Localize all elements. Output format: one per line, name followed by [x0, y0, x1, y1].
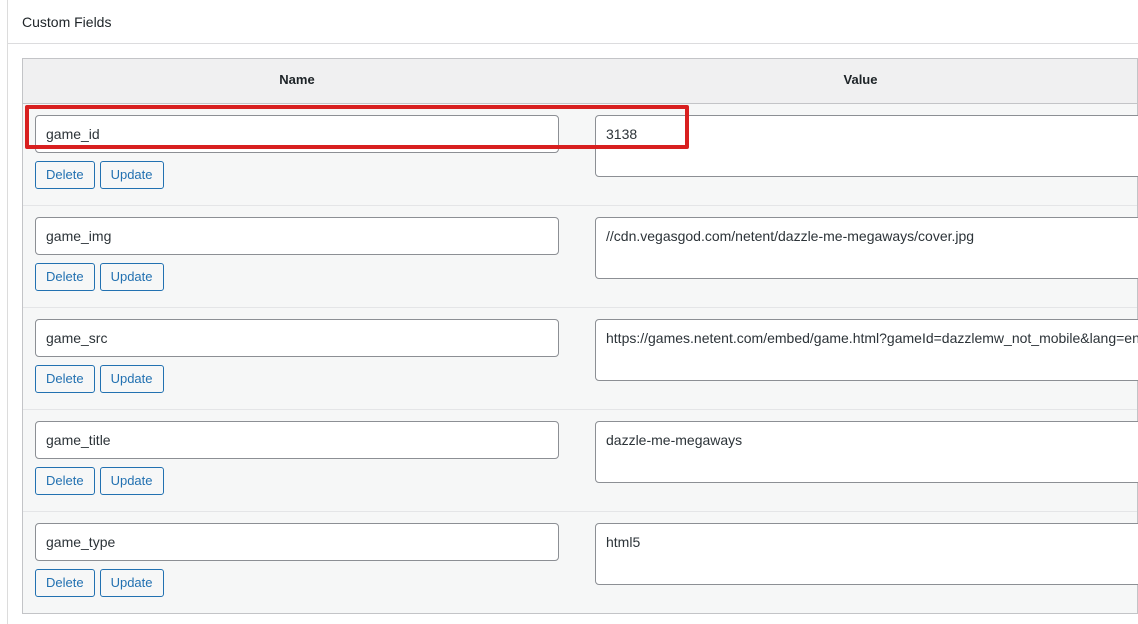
custom-fields-screen: Custom Fields Name Value Delete Update: [0, 0, 1138, 624]
cell-name: Delete Update: [23, 206, 571, 308]
meta-name-input[interactable]: [35, 421, 559, 459]
cell-value: [582, 206, 1138, 308]
cell-name: Delete Update: [23, 410, 571, 512]
delete-button[interactable]: Delete: [35, 569, 95, 597]
cell-value: [582, 410, 1138, 512]
custom-fields-panel-header: Custom Fields: [8, 0, 1138, 44]
custom-fields-table: Name Value Delete Update: [22, 58, 1138, 614]
table-row: Delete Update: [23, 308, 1138, 410]
meta-value-textarea[interactable]: [595, 217, 1138, 279]
meta-value-textarea[interactable]: [595, 115, 1138, 177]
meta-name-input[interactable]: [35, 217, 559, 255]
row-actions: Delete Update: [35, 161, 164, 189]
cell-value: [582, 512, 1138, 614]
meta-name-input[interactable]: [35, 115, 559, 153]
table-row: Delete Update: [23, 104, 1138, 206]
update-button[interactable]: Update: [99, 569, 164, 597]
table-row: Delete Update: [23, 206, 1138, 308]
row-actions: Delete Update: [35, 263, 164, 291]
row-actions: Delete Update: [35, 569, 164, 597]
meta-value-textarea[interactable]: [595, 523, 1138, 585]
table-header-row: Name Value: [23, 59, 1137, 104]
row-actions: Delete Update: [35, 365, 164, 393]
cell-name: Delete Update: [23, 308, 571, 410]
page-title: Custom Fields: [22, 14, 112, 30]
cell-value: [582, 308, 1138, 410]
table-row: Delete Update: [23, 410, 1138, 512]
delete-button[interactable]: Delete: [35, 365, 95, 393]
cell-name: Delete Update: [23, 512, 571, 614]
column-header-name: Name: [279, 72, 315, 87]
custom-fields-panel-body: Name Value Delete Update: [8, 44, 1138, 624]
meta-value-textarea[interactable]: [595, 319, 1138, 381]
update-button[interactable]: Update: [99, 161, 164, 189]
meta-name-input[interactable]: [35, 523, 559, 561]
update-button[interactable]: Update: [99, 263, 164, 291]
delete-button[interactable]: Delete: [35, 161, 95, 189]
delete-button[interactable]: Delete: [35, 467, 95, 495]
cell-name: Delete Update: [23, 104, 571, 206]
meta-value-textarea[interactable]: [595, 421, 1138, 483]
delete-button[interactable]: Delete: [35, 263, 95, 291]
table-row: Delete Update: [23, 512, 1138, 614]
update-button[interactable]: Update: [99, 365, 164, 393]
cell-value: [582, 104, 1138, 206]
column-header-value: Value: [843, 72, 878, 87]
update-button[interactable]: Update: [99, 467, 164, 495]
meta-name-input[interactable]: [35, 319, 559, 357]
row-actions: Delete Update: [35, 467, 164, 495]
